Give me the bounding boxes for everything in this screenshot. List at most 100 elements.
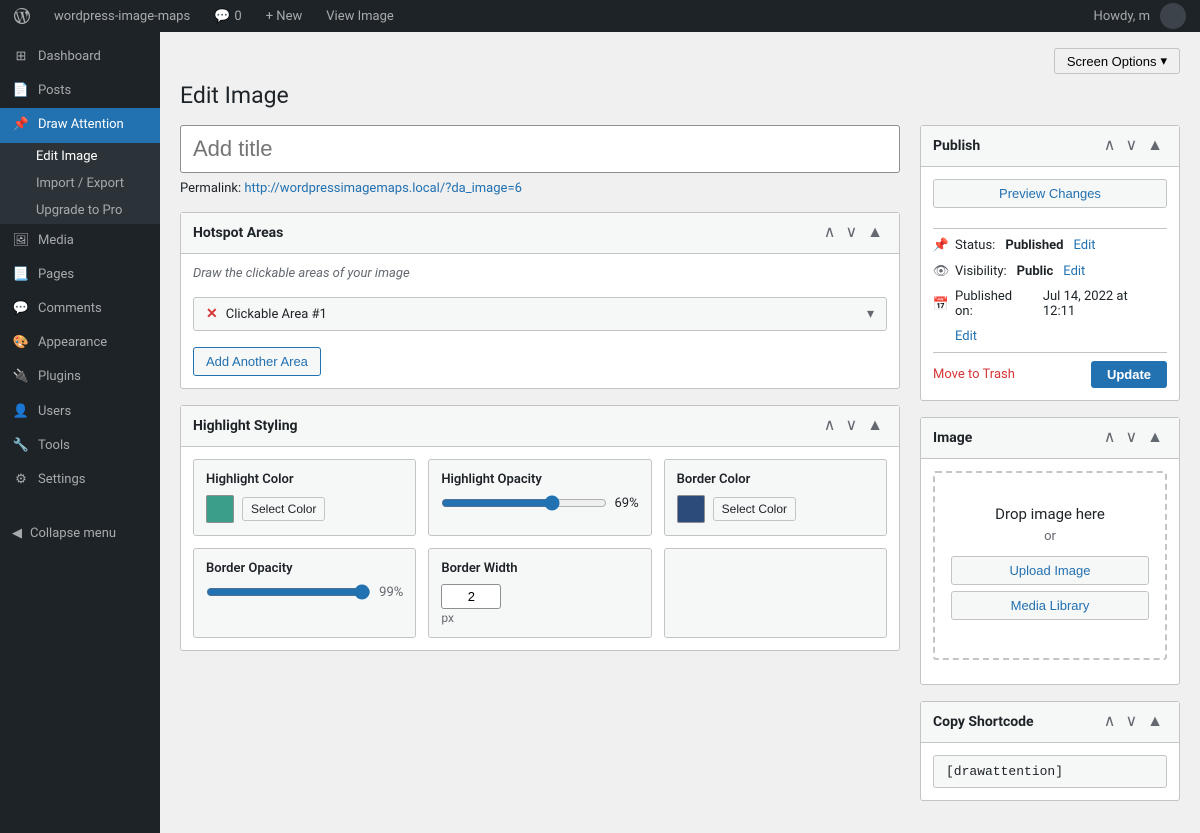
sidebar-item-users[interactable]: 👤 Users [0,395,160,429]
hotspot-collapse-up[interactable]: ∧ [820,223,840,243]
sidebar-item-posts[interactable]: 📄 Posts [0,74,160,108]
wp-logo[interactable] [8,2,36,30]
highlight-collapse-arrow[interactable]: ▲ [863,416,887,436]
sidebar-label-dashboard: Dashboard [38,48,101,66]
highlight-opacity-row: 69% [441,495,638,511]
add-area-label: Add Another Area [206,354,308,369]
highlight-opacity-slider[interactable] [441,495,606,511]
howdy-bar-item[interactable]: Howdy, m [1088,0,1192,32]
new-bar-item[interactable]: + New [260,0,309,32]
highlight-color-cell: Highlight Color Select Color [193,459,416,536]
shortcode-controls: ∧ ∨ ▲ [1100,712,1167,732]
status-label: Status: [955,238,995,253]
shortcode-collapse-up[interactable]: ∧ [1100,712,1120,732]
border-opacity-slider[interactable] [206,584,371,600]
publish-collapse-down[interactable]: ∨ [1121,136,1141,156]
media-icon: 🖼 [12,232,30,250]
preview-changes-button[interactable]: Preview Changes [933,179,1167,208]
image-collapse-down[interactable]: ∨ [1121,428,1141,448]
shortcode-header: Copy Shortcode ∧ ∨ ▲ [921,702,1179,743]
publish-title: Publish [933,138,1100,154]
hotspot-description: Draw the clickable areas of your image [193,266,887,281]
hotspot-areas-body: Draw the clickable areas of your image ✕… [181,254,899,388]
image-body: Drop image here or Upload Image Media Li… [921,459,1179,684]
sidebar-item-comments[interactable]: 💬 Comments [0,292,160,326]
visibility-row: 👁 Visibility: Public Edit [933,263,1167,279]
image-collapse-up[interactable]: ∧ [1100,428,1120,448]
border-select-color-button[interactable]: Select Color [713,497,796,521]
upload-image-label: Upload Image [1010,563,1091,578]
main-column: Permalink: http://wordpressimagemaps.loc… [180,125,900,667]
sidebar-label-draw-attention: Draw Attention [38,116,124,134]
drop-zone-text: Drop image here [951,505,1149,523]
screen-options-button[interactable]: Screen Options ▾ [1054,48,1180,74]
highlight-color-swatch[interactable] [206,495,234,523]
area1-remove-btn[interactable]: ✕ [206,306,218,322]
visibility-icon: 👁 [933,263,949,279]
sidebar-item-media[interactable]: 🖼 Media [0,224,160,258]
publish-body: Preview Changes 📌 Status: Published Edit… [921,167,1179,400]
status-edit-link[interactable]: Edit [1073,238,1095,253]
publish-collapse-up[interactable]: ∧ [1100,136,1120,156]
border-width-row: px [441,584,638,625]
media-library-button[interactable]: Media Library [951,591,1149,620]
submenu-upgrade-pro[interactable]: Upgrade to Pro [0,197,160,224]
sidebar-item-tools[interactable]: 🔧 Tools [0,429,160,463]
shortcode-collapse-down[interactable]: ∨ [1121,712,1141,732]
move-to-trash-link[interactable]: Move to Trash [933,367,1015,382]
comments-icon: 💬 [12,300,30,318]
hotspot-collapse-down[interactable]: ∨ [841,223,861,243]
sidebar-item-dashboard[interactable]: ⊞ Dashboard [0,40,160,74]
shortcode-collapse-arrow[interactable]: ▲ [1143,712,1167,732]
sidebar-item-pages[interactable]: 📃 Pages [0,258,160,292]
sidebar-item-draw-attention[interactable]: 📌 Draw Attention [0,108,160,142]
highlight-collapse-up[interactable]: ∧ [820,416,840,436]
comments-bar-item[interactable]: 💬 0 [208,0,248,32]
add-another-area-button[interactable]: Add Another Area [193,347,321,376]
highlight-color-row: Select Color [206,495,403,523]
publish-header: Publish ∧ ∨ ▲ [921,126,1179,167]
submenu-import-export[interactable]: Import / Export [0,170,160,197]
image-drop-zone[interactable]: Drop image here or Upload Image Media Li… [933,471,1167,660]
sidebar-item-plugins[interactable]: 🔌 Plugins [0,360,160,394]
avatar [1160,3,1186,29]
clickable-area-1[interactable]: ✕ Clickable Area #1 ▾ [193,297,887,331]
highlight-collapse-down[interactable]: ∨ [841,416,861,436]
border-color-swatch[interactable] [677,495,705,523]
calendar-icon: 📅 [933,296,949,312]
sidebar-item-settings[interactable]: ⚙ Settings [0,463,160,497]
drop-zone-or: or [951,529,1149,544]
visibility-edit-link[interactable]: Edit [1063,264,1085,279]
submenu-edit-image[interactable]: Edit Image [0,143,160,170]
upload-image-button[interactable]: Upload Image [951,556,1149,585]
posts-icon: 📄 [12,82,30,100]
image-collapse-arrow[interactable]: ▲ [1143,428,1167,448]
area1-label: Clickable Area #1 [226,307,867,322]
border-color-row: Select Color [677,495,874,523]
highlight-select-color-button[interactable]: Select Color [242,497,325,521]
image-controls: ∧ ∨ ▲ [1100,428,1167,448]
image-metabox: Image ∧ ∨ ▲ Drop image here or Upload [920,417,1180,685]
hotspot-controls: ∧ ∨ ▲ [820,223,887,243]
area1-dropdown-arrow: ▾ [867,306,874,322]
hotspot-collapse-arrow[interactable]: ▲ [863,223,887,243]
visibility-value: Public [1017,264,1054,279]
view-image-bar-item[interactable]: View Image [320,0,400,32]
site-name-bar[interactable]: wordpress-image-maps [48,0,196,32]
sidebar-label-media: Media [38,232,74,250]
border-width-input[interactable] [441,584,501,609]
collapse-menu-btn[interactable]: ◀ Collapse menu [0,517,160,551]
screen-options-arrow: ▾ [1160,53,1167,69]
sidebar-item-appearance[interactable]: 🎨 Appearance [0,326,160,360]
title-input[interactable] [180,125,900,173]
publish-divider2 [933,352,1167,353]
permalink-link[interactable]: http://wordpressimagemaps.local/?da_imag… [244,181,522,196]
update-button[interactable]: Update [1091,361,1167,388]
shortcode-display[interactable]: [drawattention] [933,755,1167,788]
users-icon: 👤 [12,403,30,421]
publish-footer: Move to Trash Update [933,361,1167,388]
publish-collapse-arrow[interactable]: ▲ [1143,136,1167,156]
published-edit-link[interactable]: Edit [955,329,977,344]
status-icon: 📌 [933,237,949,253]
sidebar-label-plugins: Plugins [38,368,81,386]
